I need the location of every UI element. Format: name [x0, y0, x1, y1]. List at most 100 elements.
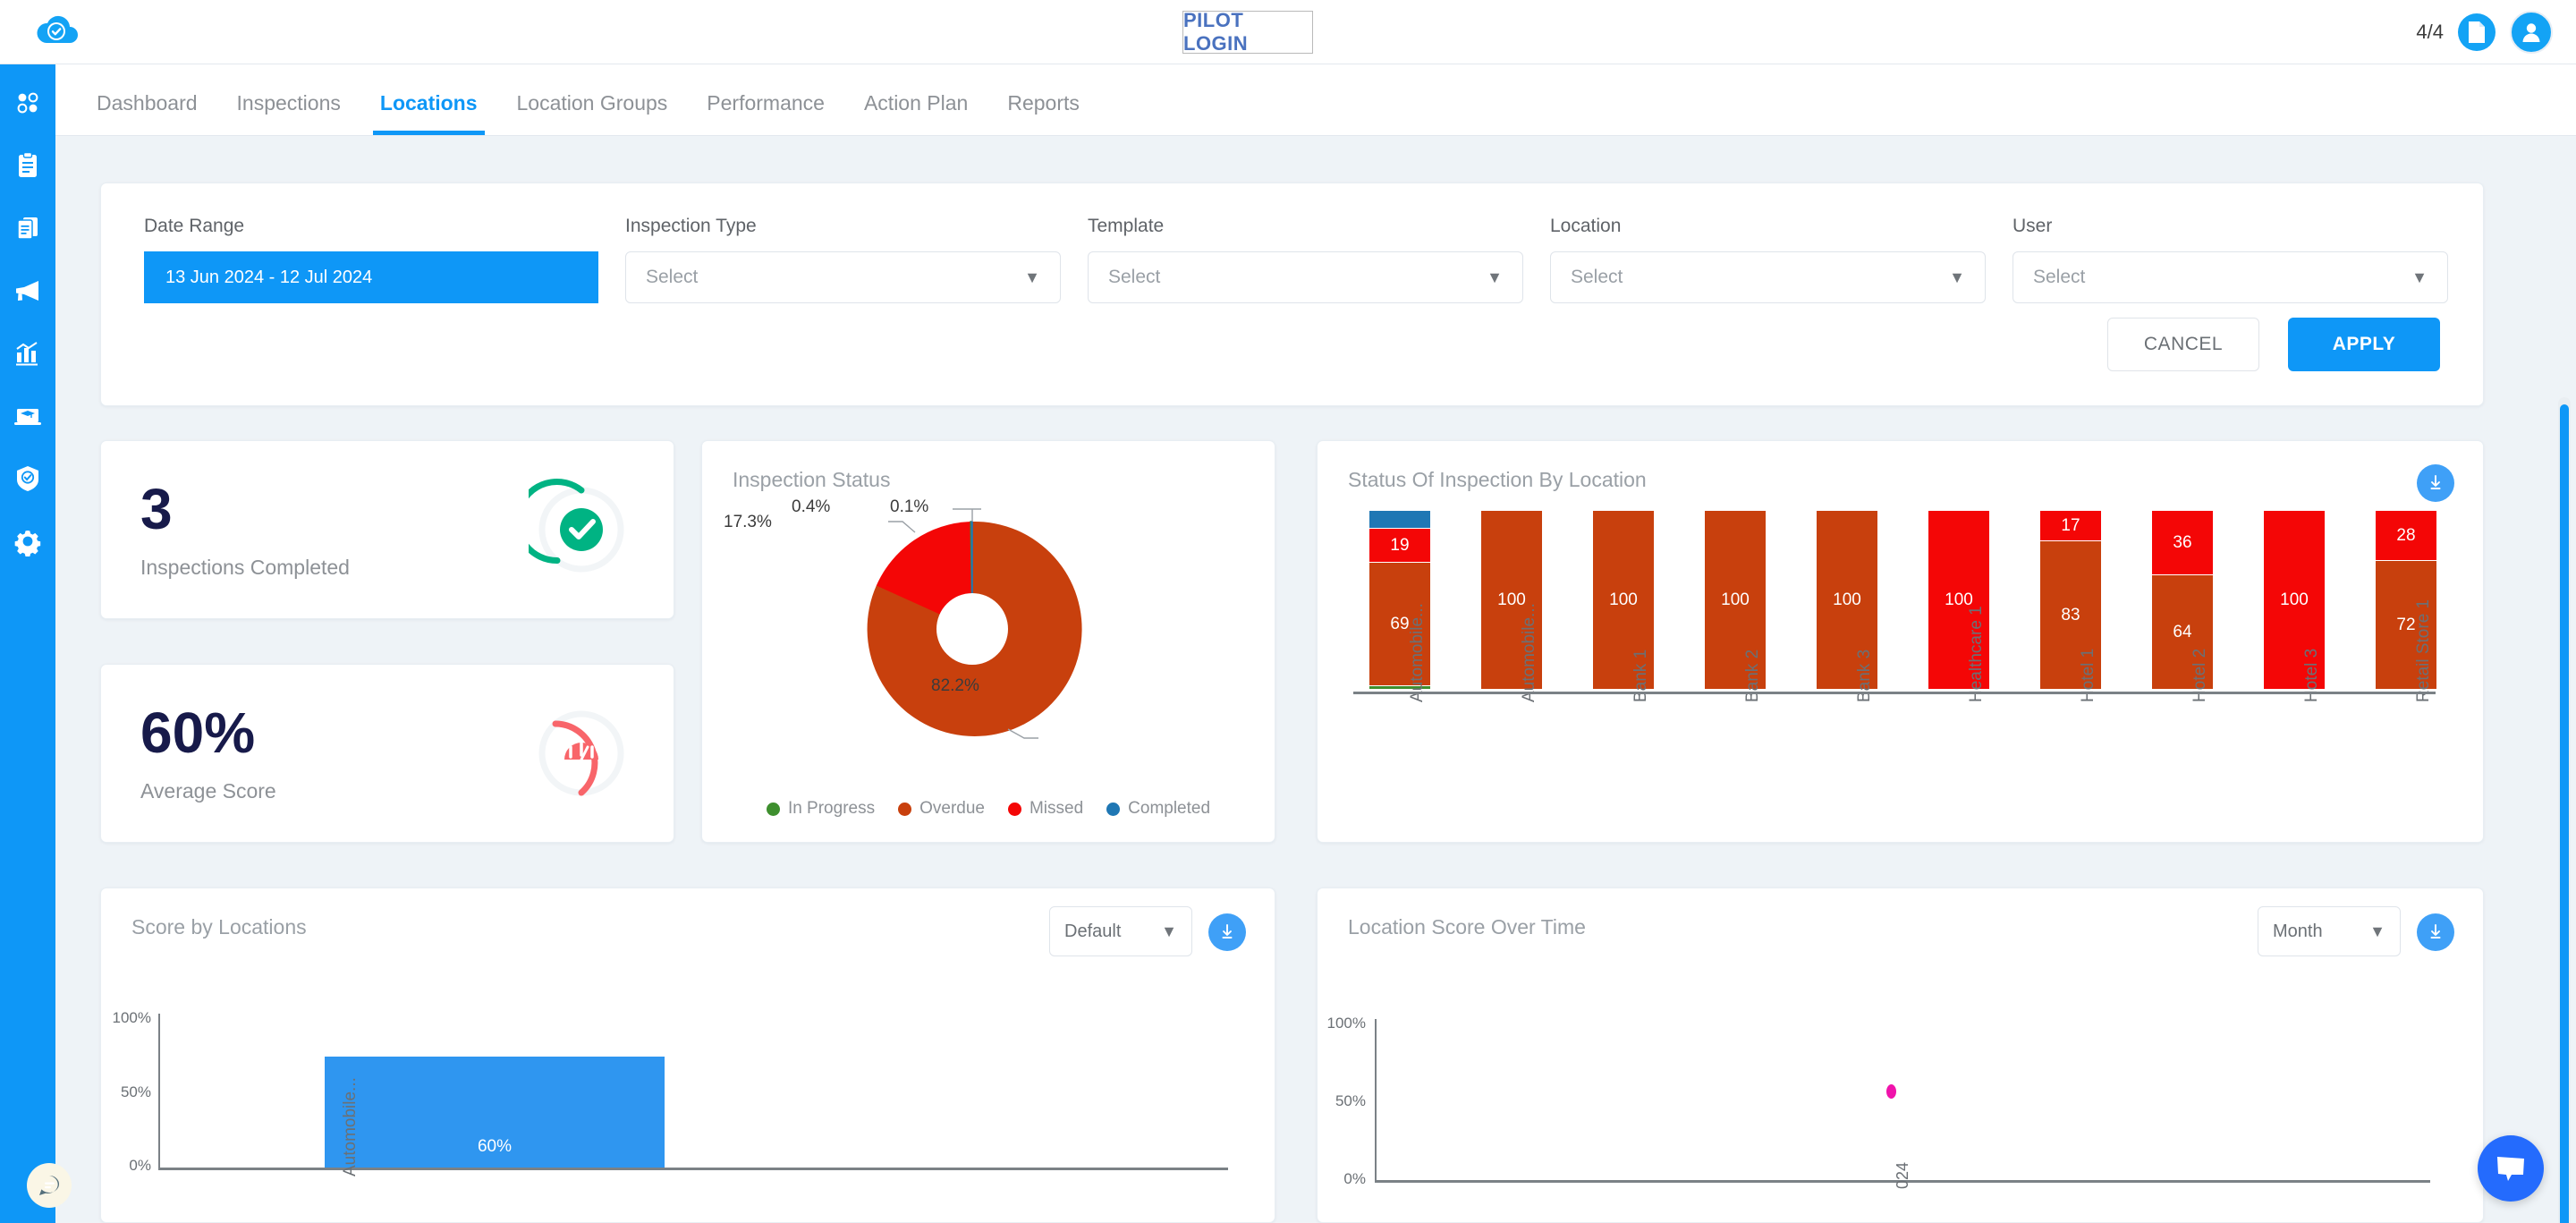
- select-value: Select: [1108, 267, 1161, 287]
- document-button[interactable]: [2458, 13, 2496, 51]
- apply-button[interactable]: APPLY: [2288, 318, 2440, 371]
- page-scrollbar-thumb[interactable]: [2560, 404, 2569, 1223]
- bar-x-label: Bank 3: [1855, 649, 1874, 702]
- donut-label-completed: 0.1%: [890, 497, 929, 516]
- top-bar-actions: 4/4: [2416, 0, 2553, 64]
- sidebar-item-training[interactable]: [9, 397, 47, 435]
- download-score-by-locations-button[interactable]: [1208, 913, 1246, 951]
- legend-color-swatch: [1007, 802, 1021, 816]
- sidebar-item-documents[interactable]: [9, 209, 47, 247]
- template-select[interactable]: Select ▼: [1088, 251, 1523, 303]
- time-group-select[interactable]: Month ▼: [2258, 906, 2401, 956]
- date-range-input[interactable]: 13 Jun 2024 - 12 Jul 2024: [144, 251, 598, 303]
- legend-item-completed[interactable]: Completed: [1106, 799, 1210, 819]
- kpi-card-inspections-completed: 3 Inspections Completed: [100, 440, 674, 619]
- bar-segment-missed[interactable]: 17: [2040, 511, 2101, 541]
- bar-segment-value: 100: [1609, 590, 1638, 609]
- tab-reports[interactable]: Reports: [987, 91, 1099, 135]
- bar-segment-completed[interactable]: [1369, 511, 1430, 529]
- donut-label-missed: 17.3%: [724, 513, 772, 531]
- user-avatar-icon: [2522, 23, 2540, 42]
- chevron-down-icon: ▼: [2369, 921, 2385, 940]
- sidebar-item-compliance[interactable]: [9, 460, 47, 497]
- legend-item-in-progress[interactable]: In Progress: [766, 799, 875, 819]
- sidebar-item-settings[interactable]: [9, 522, 47, 560]
- y-axis-line: [158, 1014, 160, 1168]
- bar-segment-value: 100: [1721, 590, 1750, 609]
- filter-user: User Select ▼: [2012, 216, 2448, 303]
- tab-label: Inspections: [236, 91, 341, 115]
- bar-segment-missed[interactable]: 36: [2152, 511, 2213, 575]
- inspection-status-donut-chart: [867, 508, 1082, 739]
- location-select[interactable]: Select ▼: [1550, 251, 1986, 303]
- legend-item-overdue[interactable]: Overdue: [898, 799, 985, 819]
- download-status-by-location-button[interactable]: [2417, 464, 2454, 502]
- sidebar-item-analytics[interactable]: [9, 335, 47, 372]
- page-content: Date Range 13 Jun 2024 - 12 Jul 2024 Ins…: [55, 136, 2576, 1223]
- sidebar-item-apps[interactable]: [9, 84, 47, 122]
- date-range-value: 13 Jun 2024 - 12 Jul 2024: [165, 267, 373, 287]
- time-series-point[interactable]: [1886, 1084, 1896, 1099]
- pilot-login-button[interactable]: PILOT LOGIN: [1182, 9, 1313, 55]
- tab-performance[interactable]: Performance: [687, 91, 844, 135]
- gear-icon: [14, 530, 41, 556]
- kpi-value: 3: [140, 476, 173, 541]
- tab-location-groups[interactable]: Location Groups: [497, 91, 688, 135]
- apply-label: APPLY: [2332, 334, 2396, 354]
- filter-label: Inspection Type: [625, 216, 757, 236]
- x-axis-line: [158, 1168, 1228, 1170]
- score-x-label-automobile: Automobile...: [341, 1077, 360, 1176]
- user-avatar-button[interactable]: [2510, 11, 2553, 54]
- panel-inspection-status: Inspection Status 0.4% 0.1% 17.3% 82.2% …: [701, 440, 1275, 843]
- tab-dashboard[interactable]: Dashboard: [77, 91, 217, 135]
- check-circle-icon: [529, 479, 624, 573]
- panel-title: Inspection Status: [733, 468, 891, 491]
- training-icon: [14, 409, 41, 425]
- kpi-card-average-score: 60% Average Score: [100, 664, 674, 843]
- bar-segment-missed[interactable]: 28: [2376, 511, 2436, 561]
- legend-item-missed[interactable]: Missed: [1007, 799, 1083, 819]
- download-icon: [1222, 924, 1233, 938]
- filter-location: Location Select ▼: [1550, 216, 1986, 303]
- tab-inspections[interactable]: Inspections: [217, 91, 360, 135]
- filter-panel: Date Range 13 Jun 2024 - 12 Jul 2024 Ins…: [100, 183, 2484, 406]
- bar-x-label: Bank 2: [1743, 649, 1762, 702]
- filter-template: Template Select ▼: [1088, 216, 1523, 303]
- tab-locations[interactable]: Locations: [360, 91, 497, 135]
- tab-label: Location Groups: [516, 91, 668, 115]
- tab-action-plan[interactable]: Action Plan: [844, 91, 987, 135]
- score-bar-automobile[interactable]: 60%: [325, 1057, 665, 1168]
- tab-label: Performance: [707, 91, 825, 115]
- bar-x-label: Retail Store 1: [2414, 599, 2433, 702]
- bar-x-label: Automobile...: [1520, 603, 1538, 702]
- bar-segment-value: 83: [2061, 605, 2080, 624]
- tab-label: Locations: [379, 91, 478, 115]
- filter-label: Date Range: [144, 216, 245, 236]
- documents-icon: [17, 217, 38, 240]
- chat-widget-icon: [2497, 1157, 2524, 1181]
- user-select[interactable]: Select ▼: [2012, 251, 2448, 303]
- sidebar-item-inspections[interactable]: [9, 147, 47, 184]
- cancel-button[interactable]: CANCEL: [2107, 318, 2259, 371]
- bar-segment-value: 100: [1833, 590, 1861, 609]
- bar-segment-value: 17: [2061, 515, 2080, 535]
- notification-count: 4/4: [2416, 21, 2444, 43]
- panel-location-score-over-time: Location Score Over Time Month ▼ 100% 50…: [1317, 888, 2484, 1223]
- download-icon: [2430, 475, 2441, 489]
- inspection-type-select[interactable]: Select ▼: [625, 251, 1061, 303]
- support-chat-button[interactable]: [27, 1163, 72, 1208]
- bar-segment-value: 28: [2396, 525, 2416, 545]
- download-location-score-over-time-button[interactable]: [2417, 913, 2454, 951]
- score-sort-select[interactable]: Default ▼: [1049, 906, 1192, 956]
- y-axis-line: [1375, 1019, 1377, 1180]
- pilot-login-label: PILOT LOGIN: [1183, 9, 1249, 55]
- chat-bubble-icon: [39, 1176, 60, 1195]
- bar-segment-missed[interactable]: 19: [1369, 529, 1430, 563]
- chat-widget-button[interactable]: [2478, 1135, 2544, 1202]
- sidebar-item-announcements[interactable]: [9, 272, 47, 310]
- top-bar: PILOT LOGIN 4/4: [0, 0, 2576, 64]
- kpi-value: 60%: [140, 700, 256, 765]
- legend-label: Completed: [1128, 799, 1211, 818]
- document-icon: [2469, 21, 2485, 43]
- app-logo[interactable]: [34, 9, 82, 57]
